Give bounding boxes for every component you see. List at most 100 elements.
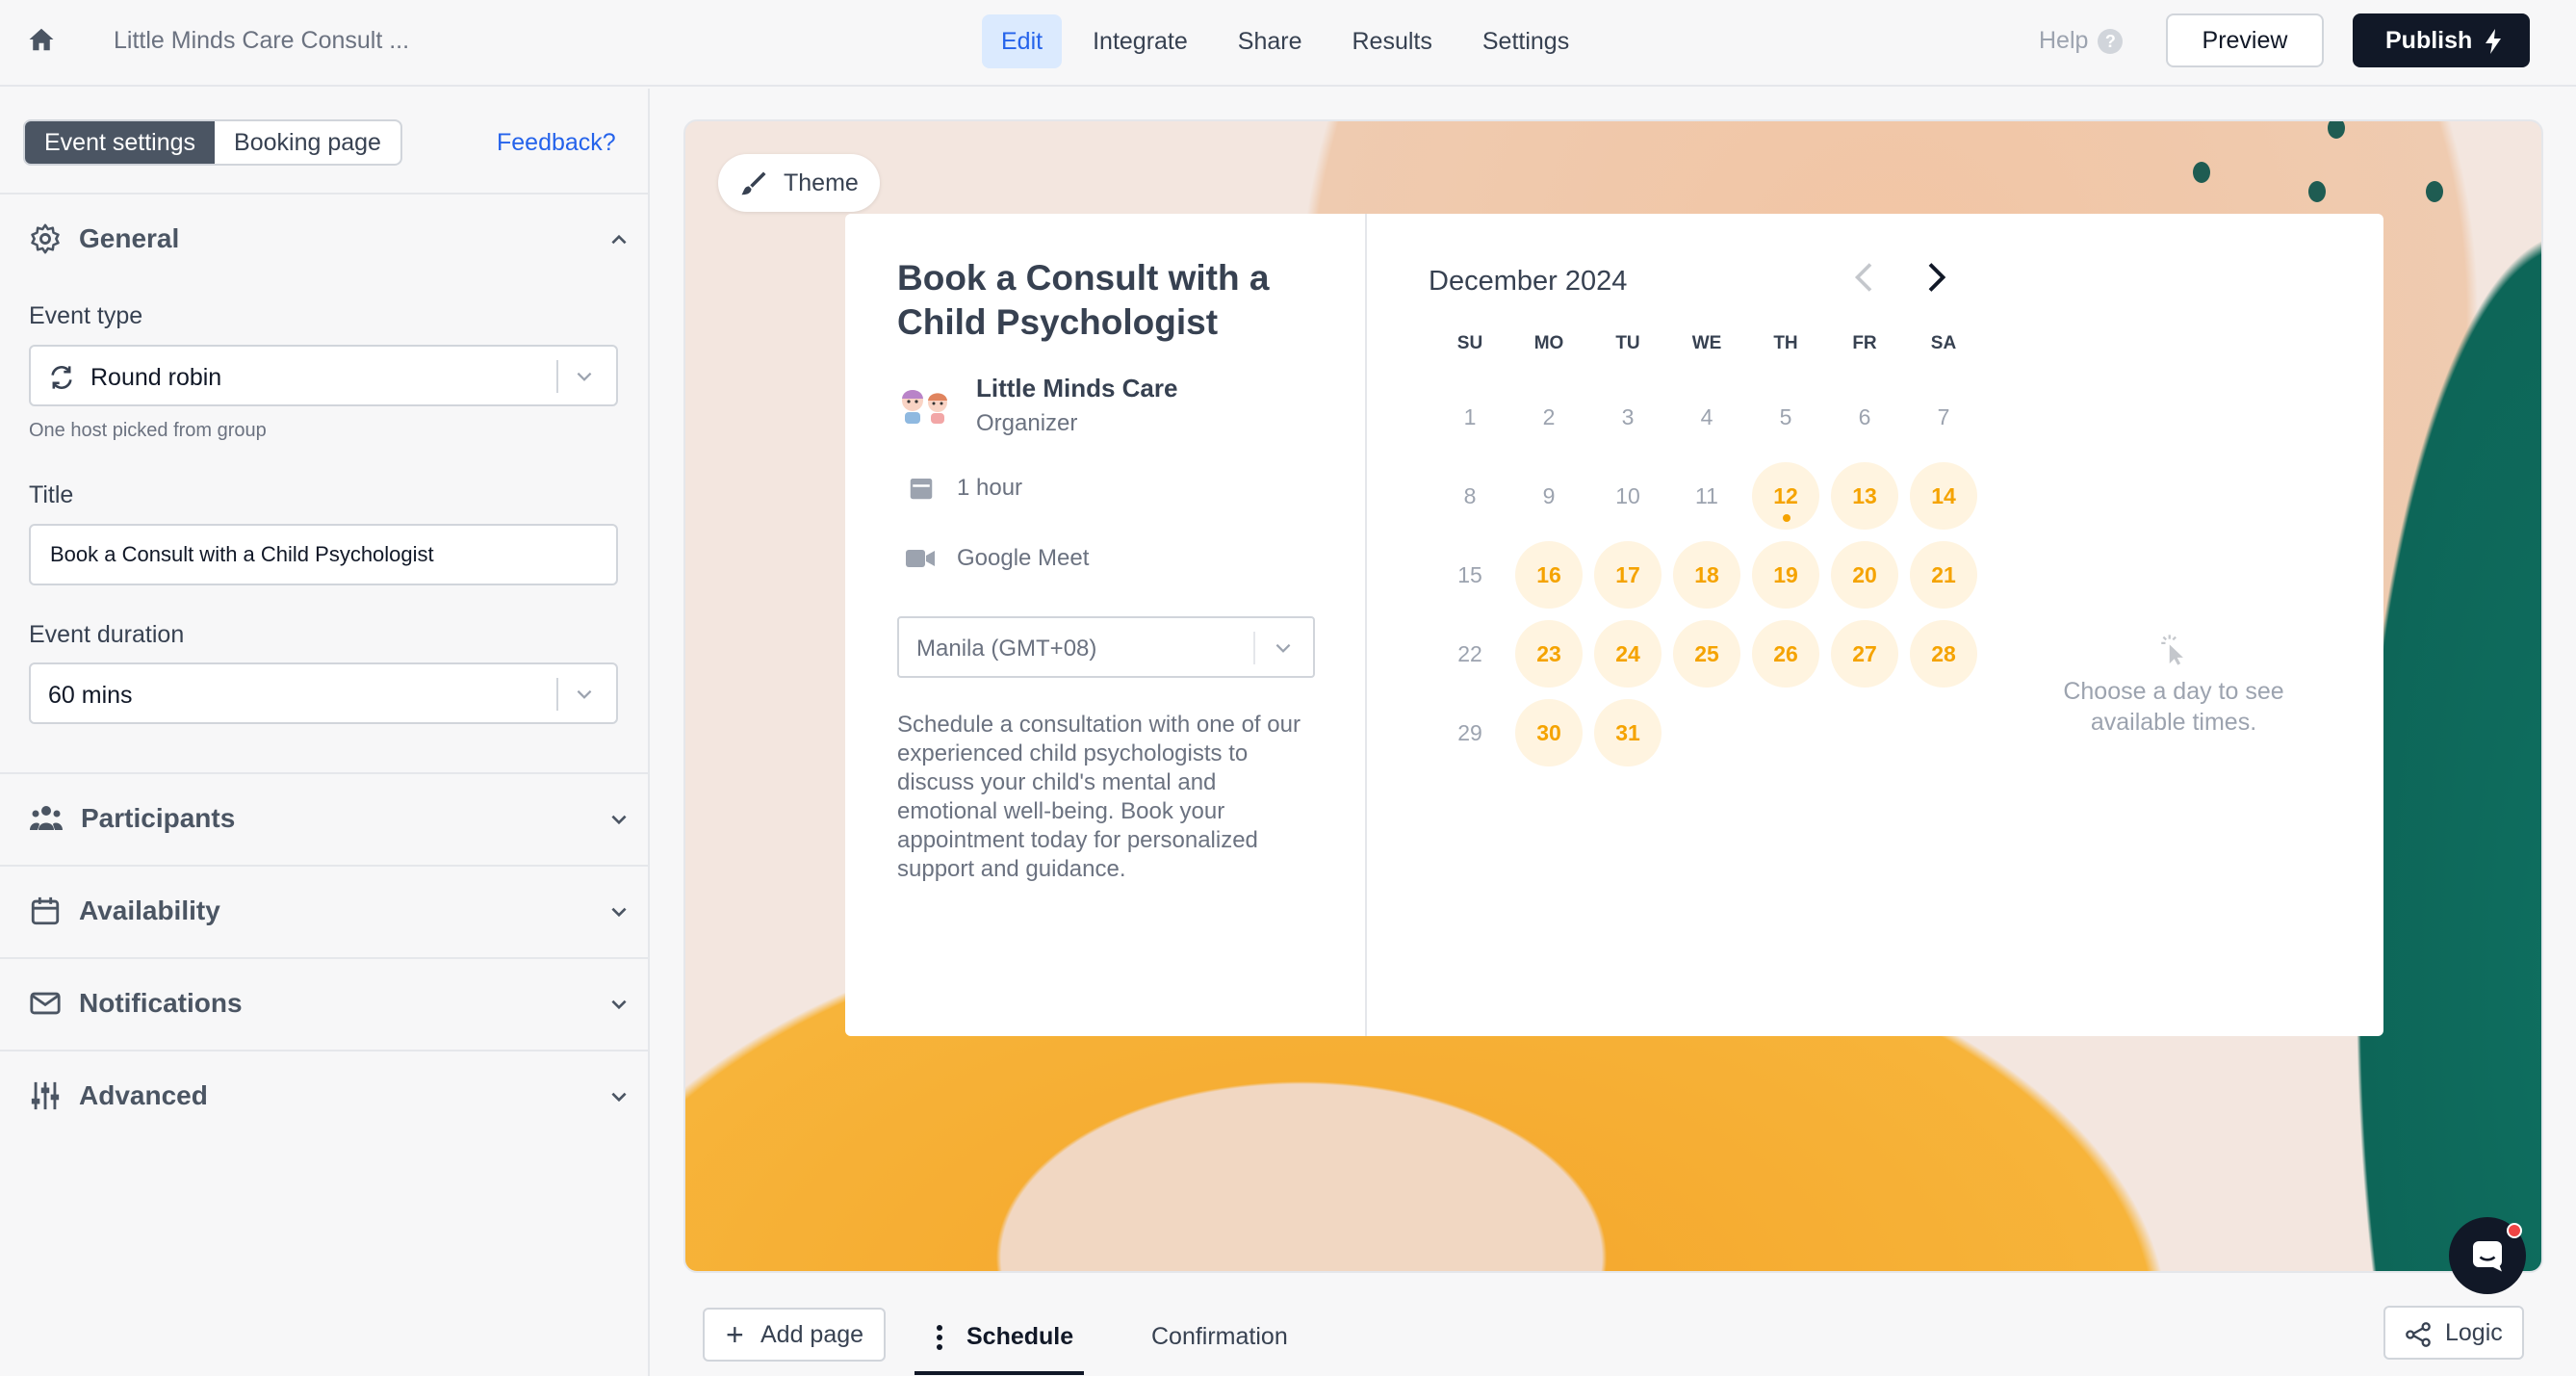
mail-icon <box>30 992 61 1015</box>
calendar-day-available[interactable]: 30 <box>1515 699 1583 766</box>
kebab-menu-icon[interactable] <box>936 1325 943 1350</box>
weekday-label: FR <box>1852 333 1877 353</box>
duration-value: 60 mins <box>48 682 133 709</box>
calendar-day-available[interactable]: 21 <box>1910 541 1977 609</box>
chevron-down-icon[interactable] <box>608 809 630 830</box>
document-title[interactable]: Little Minds Care Consult ... <box>114 27 409 55</box>
plus-icon: + <box>726 1317 744 1352</box>
chevron-down-icon[interactable] <box>608 1086 630 1107</box>
home-icon[interactable] <box>27 25 56 54</box>
participants-section-header[interactable]: Participants <box>29 799 235 838</box>
booking-card: Book a Consult with a Child Psychologist… <box>845 214 2383 1036</box>
calendar-day-available[interactable]: 20 <box>1831 541 1898 609</box>
calendar-day-available[interactable]: 28 <box>1910 620 1977 688</box>
lightning-icon <box>2486 29 2501 54</box>
chevron-down-icon[interactable] <box>608 994 630 1015</box>
calendar-day: 3 <box>1621 404 1635 429</box>
organizer-role: Organizer <box>976 410 1078 436</box>
logic-button[interactable]: Logic <box>2383 1306 2524 1360</box>
calendar-day: 10 <box>1615 483 1640 508</box>
divider <box>0 193 650 195</box>
calendar-day: 1 <box>1463 404 1477 429</box>
availability-section-header[interactable]: Availability <box>29 892 220 930</box>
event-type-select[interactable]: Round robin <box>29 345 618 406</box>
calendar-day: 8 <box>1463 483 1477 508</box>
preview-button[interactable]: Preview <box>2166 13 2324 67</box>
select-separator <box>556 360 558 393</box>
advanced-section-header[interactable]: Advanced <box>29 1077 208 1115</box>
booking-page-preview: Theme Book a Consult with a Child Psycho… <box>683 119 2543 1273</box>
theme-label: Theme <box>784 169 859 196</box>
calendar-day-available[interactable]: 14 <box>1910 462 1977 530</box>
publish-label: Publish <box>2385 27 2473 54</box>
background-decoration <box>2328 121 2345 139</box>
chevron-down-icon[interactable] <box>608 901 630 922</box>
chevron-down-icon <box>577 689 592 699</box>
event-location: Google Meet <box>905 545 1089 572</box>
calendar-day: 9 <box>1542 483 1556 508</box>
users-icon <box>30 806 63 830</box>
theme-button[interactable]: Theme <box>718 154 880 212</box>
chevron-up-icon[interactable] <box>608 229 630 250</box>
help-link[interactable]: Help ? <box>2039 27 2124 55</box>
feedback-link[interactable]: Feedback? <box>497 129 616 157</box>
notification-badge <box>2507 1223 2522 1238</box>
calendar-day: 29 <box>1457 720 1482 745</box>
organizer-avatar <box>902 390 947 424</box>
calendar-day-available[interactable]: 31 <box>1594 699 1662 766</box>
chevron-right-icon[interactable] <box>1921 260 1950 295</box>
nav-edit[interactable]: Edit <box>982 14 1063 68</box>
sliders-icon <box>31 1081 60 1110</box>
tab-schedule[interactable]: Schedule <box>914 1310 1084 1375</box>
calendar-day-available[interactable]: 13 <box>1831 462 1898 530</box>
calendar-day-available[interactable]: 24 <box>1594 620 1662 688</box>
weekday-label: TH <box>1773 333 1798 353</box>
publish-button[interactable]: Publish <box>2353 13 2530 67</box>
duration-select[interactable]: 60 mins <box>29 662 618 724</box>
advanced-heading: Advanced <box>79 1080 208 1110</box>
availability-heading: Availability <box>79 896 220 925</box>
event-type-value: Round robin <box>90 364 222 391</box>
calendar-day: 5 <box>1779 404 1792 429</box>
general-section-header[interactable]: General <box>29 220 179 258</box>
event-details: Book a Consult with a Child Psychologist… <box>845 214 1367 1036</box>
main-nav: Edit Integrate Share Results Settings <box>982 14 1588 68</box>
nav-results[interactable]: Results <box>1333 14 1452 68</box>
calendar-day: 4 <box>1700 404 1713 429</box>
calendar-day-available[interactable]: 17 <box>1594 541 1662 609</box>
round-robin-icon <box>51 366 72 389</box>
calendar-day-available[interactable]: 27 <box>1831 620 1898 688</box>
chat-icon <box>2473 1241 2502 1272</box>
notifications-section-header[interactable]: Notifications <box>29 984 243 1023</box>
add-page-button[interactable]: + Add page <box>703 1308 886 1362</box>
event-type-hint: One host picked from group <box>29 420 267 441</box>
nav-settings[interactable]: Settings <box>1463 14 1588 68</box>
timezone-select[interactable]: Manila (GMT+08) <box>897 616 1315 678</box>
select-separator <box>556 678 558 711</box>
tab-booking-page[interactable]: Booking page <box>215 121 400 164</box>
chevron-left-icon[interactable] <box>1850 260 1879 295</box>
tab-confirmation[interactable]: Confirmation <box>1151 1323 1288 1351</box>
nav-integrate[interactable]: Integrate <box>1073 14 1207 68</box>
calendar-day: 15 <box>1457 562 1482 587</box>
logic-label: Logic <box>2445 1319 2503 1346</box>
general-heading: General <box>79 223 180 253</box>
calendar-day: 6 <box>1858 404 1871 429</box>
help-label: Help <box>2039 27 2089 54</box>
title-input[interactable]: Book a Consult with a Child Psychologist <box>29 524 618 585</box>
calendar-day-available[interactable]: 26 <box>1752 620 1819 688</box>
calendar-day-available[interactable]: 19 <box>1752 541 1819 609</box>
duration-label: Event duration <box>29 621 185 648</box>
calendar-day-available[interactable]: 16 <box>1515 541 1583 609</box>
calendar-day-available[interactable]: 18 <box>1673 541 1740 609</box>
calendar-day-available[interactable]: 25 <box>1673 620 1740 688</box>
calendar-day-available[interactable]: 12 <box>1752 462 1819 530</box>
nav-share[interactable]: Share <box>1219 14 1322 68</box>
tab-event-settings[interactable]: Event settings <box>25 121 216 164</box>
panel-mode-toggle: Event settings Booking page <box>23 119 402 166</box>
calendar-day-available[interactable]: 23 <box>1515 620 1583 688</box>
question-icon: ? <box>2098 28 2124 54</box>
weekday-label: TU <box>1615 333 1640 353</box>
chat-launcher[interactable] <box>2449 1217 2526 1294</box>
chevron-down-icon <box>577 372 592 381</box>
